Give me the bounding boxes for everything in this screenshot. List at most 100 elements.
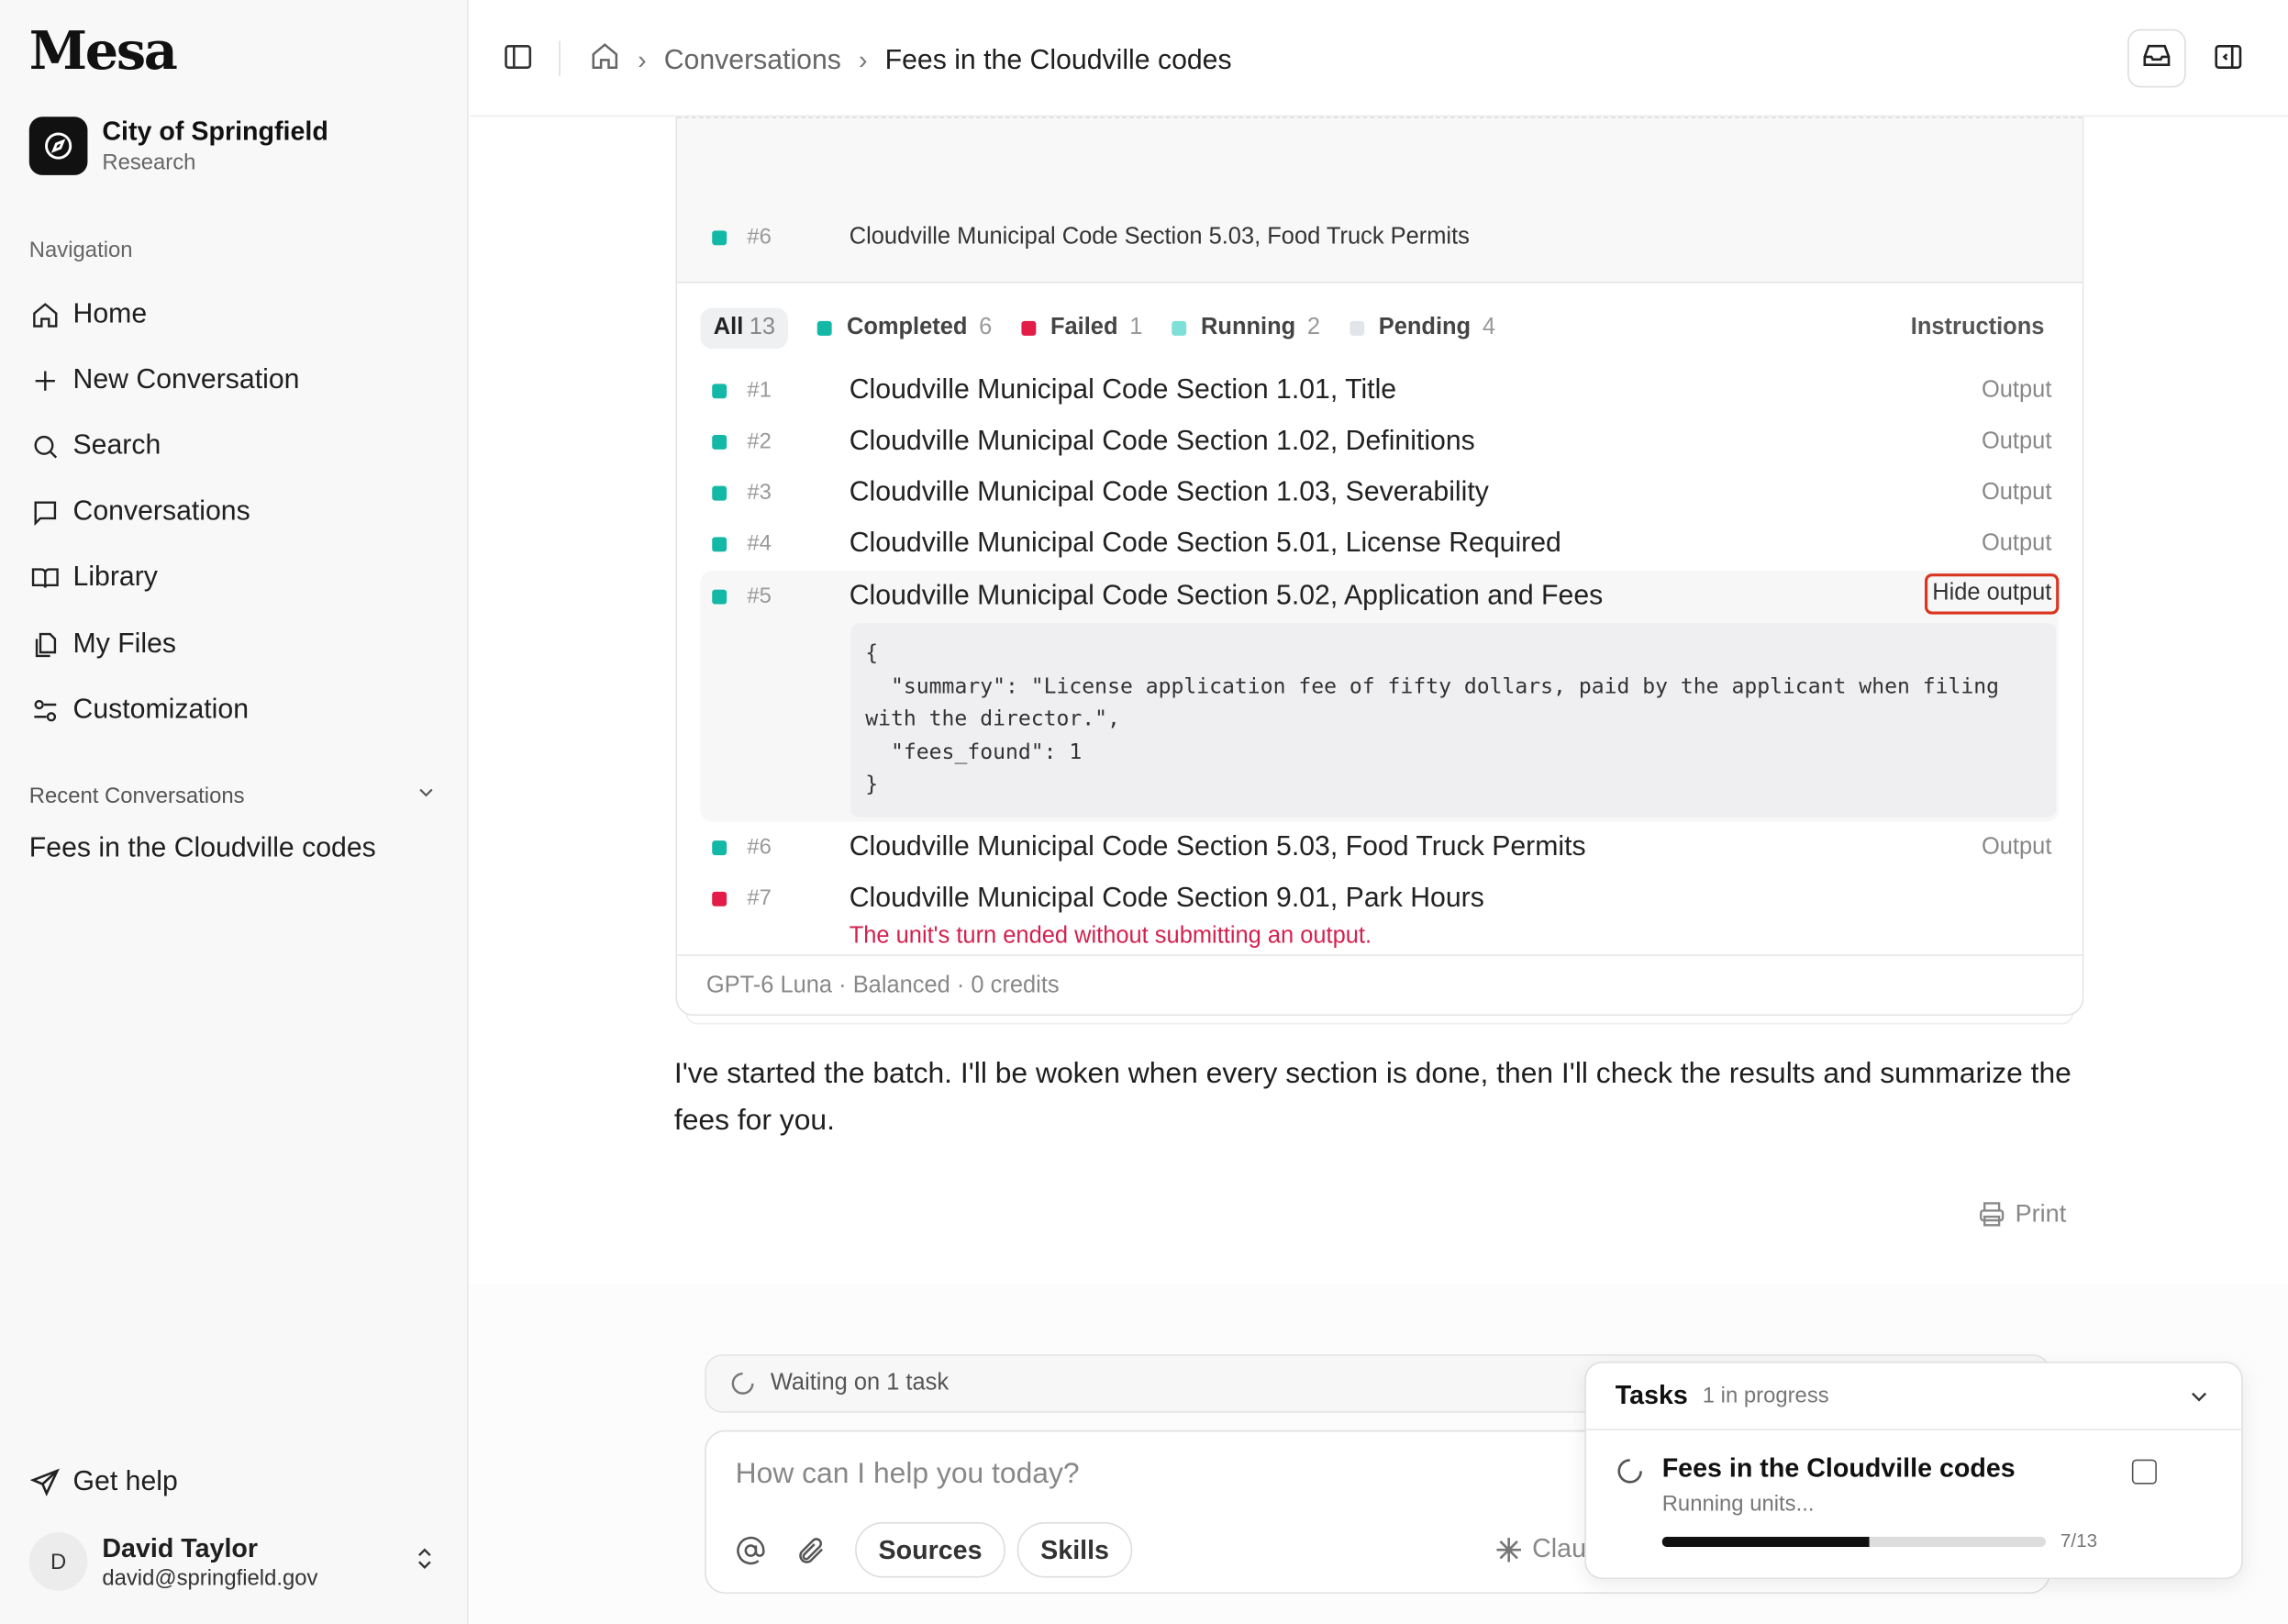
get-help-link[interactable]: Get help [29,1467,178,1499]
task-progress-text: 7/13 [2060,1529,2098,1552]
sidebar-item-new-conversation[interactable]: New Conversation [29,348,438,414]
hide-output-button[interactable]: Hide output [1925,573,2060,615]
spinner-icon [729,1371,756,1397]
user-menu[interactable]: D David Taylor david@springfield.gov [28,1532,439,1591]
print-label: Print [2015,1199,2067,1228]
filter-all[interactable]: All 13 [700,307,789,350]
filter-pending[interactable]: Pending 4 [1349,316,1495,342]
filter-pending-count: 4 [1482,315,1495,340]
filter-pending-label: Pending [1378,315,1472,340]
waiting-text: Waiting on 1 task [770,1370,950,1396]
unit-number: #1 [747,377,772,404]
sidebar-item-my-files[interactable]: My Files [29,611,438,677]
sidebar-item-conversations[interactable]: Conversations [29,480,438,546]
filter-all-label: All [713,315,744,340]
status-dot [712,588,727,604]
sidebar-item-home[interactable]: Home [29,282,438,348]
sidebar-item-label: My Files [72,628,177,660]
task-progress-bar [1661,1536,2047,1548]
at-mention-icon[interactable] [736,1535,766,1565]
table-row: #7 Cloudville Municipal Code Section 9.0… [700,873,2059,924]
print-button[interactable]: Print [1977,1199,2066,1229]
error-message: The unit's turn ended without submitting… [849,923,1372,949]
status-filters: All 13 Completed 6 Failed 1 Running 2 Pendin… [700,306,2059,350]
recent-conversations-header[interactable]: Recent Conversations [29,781,438,810]
sidebar-item-label: Conversations [72,496,250,528]
task-status: Running units... [1661,1491,1815,1517]
output-button[interactable]: Output [1982,480,2051,506]
filter-running-count: 2 [1306,315,1321,340]
printer-icon [1977,1199,2006,1229]
unit-number: #5 [747,584,772,609]
table-row: #1 Cloudville Municipal Code Section 1.0… [700,365,2059,417]
topbar: › Conversations › Fees in the Cloudville… [470,0,2288,117]
paperclip-icon[interactable] [795,1535,826,1565]
unit-number: #2 [747,428,772,454]
org-subtitle: Research [102,150,196,175]
recent-conversations-label: Recent Conversations [28,783,245,808]
status-dot [712,536,727,551]
chevron-down-icon[interactable] [415,781,438,810]
divider [559,40,561,76]
status-dot [712,891,727,906]
recent-conversation-item[interactable]: Fees in the Cloudville codes [29,833,376,865]
chevron-up-down-icon[interactable] [412,1545,439,1579]
filter-failed[interactable]: Failed 1 [1021,316,1142,342]
table-row: #4 Cloudville Municipal Code Section 5.0… [700,518,2059,570]
get-help-label: Get help [72,1466,178,1497]
sidebar: Mesa City of Springfield Research Naviga… [0,0,469,1624]
filter-running[interactable]: Running 2 [1172,316,1320,342]
status-dot [712,840,727,855]
sidebar-item-search[interactable]: Search [29,414,438,480]
message-input[interactable]: How can I help you today? [736,1458,1080,1492]
tasks-header[interactable]: Tasks 1 in progress [1585,1363,2242,1430]
inbox-icon [2140,39,2172,78]
sidebar-item-label: Library [72,562,158,594]
filter-running-label: Running [1201,315,1296,340]
plus-icon [29,364,61,396]
output-button[interactable]: Output [1982,377,2051,404]
filter-completed[interactable]: Completed 6 [817,316,992,342]
status-dot [1349,320,1364,336]
skills-button[interactable]: Skills [1016,1521,1133,1578]
home-icon[interactable] [590,41,620,81]
sources-button[interactable]: Sources [855,1521,1005,1578]
model-label: Clau [1532,1533,1587,1563]
sliders-icon [29,695,61,727]
unit-number: #4 [747,530,772,557]
avatar: D [28,1532,88,1591]
app-logo[interactable]: Mesa [29,20,178,82]
chevron-right-icon: › [638,45,647,75]
output-button[interactable]: Output [1982,530,2051,557]
tasks-subtitle: 1 in progress [1702,1383,1829,1408]
sidebar-item-library[interactable]: Library [29,545,438,611]
task-name: Fees in the Cloudville codes [1661,1453,2016,1484]
chevron-down-icon[interactable] [2186,1383,2213,1409]
instructions-button[interactable]: Instructions [1911,316,2045,342]
output-button[interactable]: Output [1982,428,2051,455]
preview-row: #6 Cloudville Municipal Code Section 5.0… [700,212,2059,263]
sidebar-nav: Home New Conversation Search Conversatio… [29,282,438,743]
sidebar-item-customization[interactable]: Customization [29,677,438,743]
task-progress-fill [1661,1536,1870,1548]
org-switcher[interactable]: City of Springfield Research [28,117,328,175]
inbox-button[interactable] [2127,28,2186,88]
status-dot [712,383,727,398]
right-panel-toggle-icon[interactable] [2212,41,2244,81]
status-dot [712,484,727,500]
chat-icon [29,496,61,528]
table-row: #3 Cloudville Municipal Code Section 1.0… [700,467,2059,518]
breadcrumb-conversations[interactable]: Conversations [664,45,841,77]
status-dot [712,434,727,450]
unit-title: Cloudville Municipal Code Section 9.01, … [849,882,1484,913]
output-button[interactable]: Output [1982,834,2051,861]
stop-checkbox[interactable] [2131,1459,2157,1485]
model-selector[interactable]: Clau [1494,1534,1586,1564]
book-icon [29,562,61,595]
table-row: #6 Cloudville Municipal Code Section 5.0… [700,822,2059,873]
batch-card: #6 Cloudville Municipal Code Section 5.0… [675,117,2084,1017]
status-dot [712,229,727,245]
filter-failed-label: Failed [1050,315,1118,340]
org-name: City of Springfield [102,117,328,147]
sidebar-toggle-icon[interactable] [502,41,534,81]
